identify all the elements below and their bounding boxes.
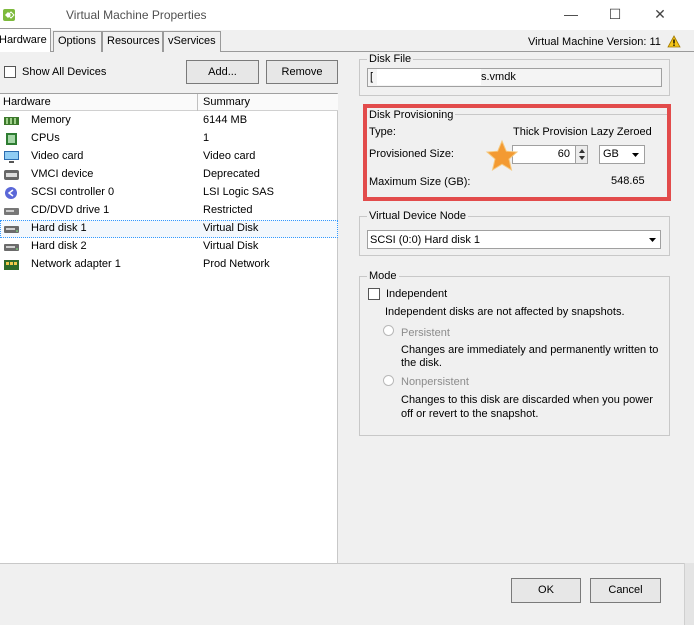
hardware-row-summary: LSI Logic SAS	[203, 186, 274, 198]
hardware-row-name: Memory	[31, 114, 71, 126]
hardware-row-name: Video card	[31, 150, 84, 162]
hardware-row-vmci[interactable]: VMCI device Deprecated	[0, 166, 338, 184]
virtual-device-node-select[interactable]: SCSI (0:0) Hard disk 1	[367, 230, 661, 249]
nonpersistent-label: Nonpersistent	[401, 376, 469, 388]
virtual-device-node-value: SCSI (0:0) Hard disk 1	[370, 234, 481, 246]
ok-button[interactable]: OK	[511, 578, 581, 603]
column-summary[interactable]: Summary	[203, 96, 250, 108]
hardware-row-video-card[interactable]: Video card Video card	[0, 148, 338, 166]
star-icon	[485, 139, 519, 172]
persistent-label: Persistent	[401, 327, 450, 339]
monitor-icon	[4, 151, 19, 163]
persistent-description-line-1: Changes are immediately and permanently …	[401, 344, 659, 356]
cancel-button[interactable]: Cancel	[590, 578, 661, 603]
hardware-row-summary: Prod Network	[203, 258, 270, 270]
column-hardware[interactable]: Hardware	[3, 96, 51, 108]
hardware-row-name: CPUs	[31, 132, 60, 144]
nonpersistent-description-line-2: off or revert to the snapshot.	[401, 408, 539, 420]
add-button[interactable]: Add...	[186, 60, 259, 84]
tab-resources[interactable]: Resources	[102, 31, 163, 52]
scsi-icon	[5, 187, 17, 199]
window-title: Virtual Machine Properties	[66, 8, 207, 22]
close-button[interactable]: ✕	[646, 4, 674, 24]
hardware-row-name: CD/DVD drive 1	[31, 204, 110, 216]
hardware-row-name: Network adapter 1	[31, 258, 121, 270]
nonpersistent-description-line-1: Changes to this disk are discarded when …	[401, 394, 653, 406]
hardware-row-summary: Deprecated	[203, 168, 260, 180]
vmci-icon	[4, 170, 19, 180]
hard-disk-icon	[4, 244, 19, 251]
tab-hardware[interactable]: Hardware	[0, 28, 51, 52]
cpu-icon	[6, 133, 17, 145]
hardware-row-network-adapter[interactable]: Network adapter 1 Prod Network	[0, 256, 338, 274]
hardware-row-memory[interactable]: Memory 6144 MB	[0, 112, 338, 130]
hardware-row-summary: Virtual Disk	[203, 222, 259, 234]
persistent-description-line-2: the disk.	[401, 357, 442, 369]
hardware-row-name: SCSI controller 0	[31, 186, 115, 198]
hardware-row-summary: 6144 MB	[203, 114, 248, 126]
independent-description: Independent disks are not affected by sn…	[385, 306, 625, 318]
column-separator[interactable]	[197, 94, 198, 111]
warning-icon[interactable]	[667, 35, 681, 48]
disk-file-label: Disk File	[367, 53, 414, 65]
hardware-row-name: Hard disk 2	[31, 240, 87, 252]
cd-drive-icon	[4, 208, 19, 215]
vm-version-label: Virtual Machine Version: 11	[528, 36, 661, 48]
hardware-row-summary: 1	[203, 132, 210, 144]
persistent-radio[interactable]	[383, 325, 394, 336]
remove-button[interactable]: Remove	[266, 60, 338, 84]
scrollbar[interactable]	[684, 563, 694, 625]
hardware-row-summary: Video card	[203, 150, 256, 162]
footer-divider	[0, 563, 694, 564]
hardware-row-cd-dvd[interactable]: CD/DVD drive 1 Restricted	[0, 202, 338, 220]
memory-icon	[4, 117, 19, 125]
disk-file-redaction	[377, 69, 481, 85]
hardware-row-name: VMCI device	[31, 168, 94, 180]
chevron-down-icon	[649, 238, 656, 242]
hard-disk-icon	[4, 226, 19, 233]
tab-options[interactable]: Options	[53, 31, 102, 52]
network-adapter-icon	[4, 260, 19, 270]
title-redaction	[20, 5, 64, 23]
disk-file-value-start: [	[370, 71, 374, 83]
show-all-devices-checkbox[interactable]	[4, 66, 16, 78]
mode-label: Mode	[367, 270, 399, 282]
hardware-row-summary: Virtual Disk	[203, 240, 259, 252]
show-all-devices-label: Show All Devices	[22, 66, 107, 78]
vsphere-app-icon	[3, 9, 15, 21]
virtual-device-node-label: Virtual Device Node	[367, 210, 469, 222]
independent-label: Independent	[386, 288, 448, 300]
hardware-row-hard-disk-2[interactable]: Hard disk 2 Virtual Disk	[0, 238, 338, 256]
hardware-row-hard-disk-1[interactable]: Hard disk 1 Virtual Disk	[0, 220, 338, 238]
hardware-row-scsi-controller[interactable]: SCSI controller 0 LSI Logic SAS	[0, 184, 338, 202]
hardware-row-summary: Restricted	[203, 204, 253, 216]
disk-file-value-end: s.vmdk	[481, 71, 516, 83]
hardware-row-cpus[interactable]: CPUs 1	[0, 130, 338, 148]
tab-vservices[interactable]: vServices	[163, 31, 221, 52]
hardware-list-header	[0, 94, 338, 111]
maximize-button[interactable]: ☐	[601, 4, 629, 24]
hardware-row-name: Hard disk 1	[31, 222, 87, 234]
minimize-button[interactable]: —	[557, 4, 585, 24]
independent-checkbox[interactable]	[368, 288, 380, 300]
nonpersistent-radio[interactable]	[383, 375, 394, 386]
